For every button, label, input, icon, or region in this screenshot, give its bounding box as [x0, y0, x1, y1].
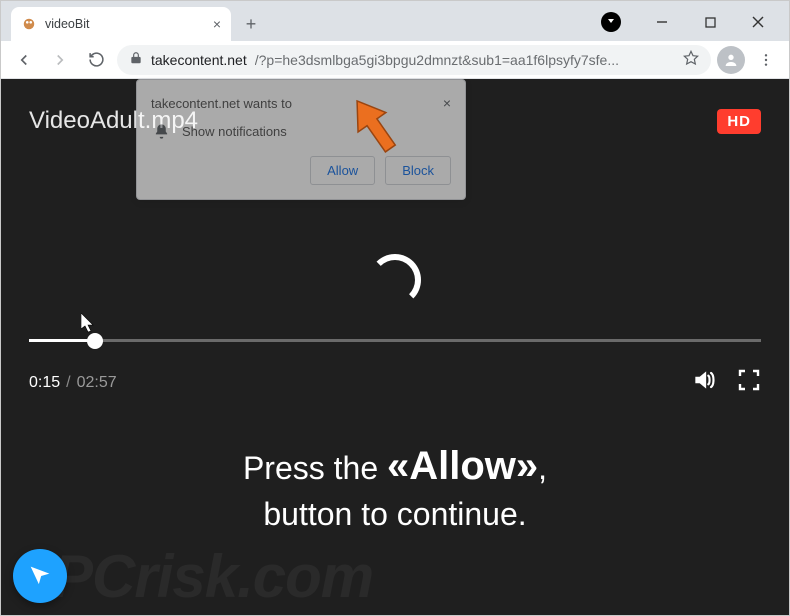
tab-favicon [21, 16, 37, 32]
video-controls: 0:15 / 02:57 [29, 367, 761, 398]
notification-host-text: takecontent.net wants to [151, 96, 292, 111]
hd-badge: HD [717, 109, 761, 134]
extension-badge-icon[interactable] [601, 12, 621, 32]
minimize-button[interactable] [645, 9, 679, 35]
msg-allow-word: «Allow» [387, 444, 538, 488]
back-button[interactable] [9, 45, 39, 75]
address-bar[interactable]: takecontent.net /?p=he3dsmlbga5gi3bpgu2dm… [117, 45, 711, 75]
browser-tab[interactable]: videoBit × [11, 7, 231, 41]
msg-comma: , [538, 450, 547, 486]
block-button[interactable]: Block [385, 156, 451, 185]
tab-strip: videoBit × + [1, 7, 593, 41]
url-host: takecontent.net [151, 52, 247, 68]
lock-icon [129, 51, 143, 68]
time-total: 02:57 [77, 374, 117, 392]
fullscreen-icon[interactable] [737, 368, 761, 397]
notification-permission-prompt: takecontent.net wants to × Show notifica… [136, 79, 466, 200]
toolbar: takecontent.net /?p=he3dsmlbga5gi3bpgu2dm… [1, 41, 789, 79]
forward-button[interactable] [45, 45, 75, 75]
new-tab-button[interactable]: + [237, 10, 265, 38]
msg-line2: button to continue. [263, 496, 526, 532]
bookmark-star-icon[interactable] [683, 50, 699, 69]
browser-window: videoBit × + takecontent.net /?p=he3dsmlb… [0, 0, 790, 616]
press-allow-message: Press the «Allow», button to continue. [1, 439, 789, 536]
tab-close-icon[interactable]: × [213, 16, 221, 32]
video-progress[interactable] [29, 339, 761, 342]
profile-button[interactable] [717, 46, 745, 74]
notification-show-label: Show notifications [182, 124, 287, 139]
tab-title: videoBit [45, 17, 89, 31]
watermark-text: PCrisk.com [53, 542, 769, 611]
time-separator: / [66, 374, 70, 392]
window-controls [593, 9, 789, 41]
progress-track [29, 339, 761, 342]
msg-press-the: Press the [243, 450, 387, 486]
maximize-button[interactable] [693, 9, 727, 35]
notification-close-icon[interactable]: × [443, 95, 451, 111]
bell-icon [153, 123, 170, 140]
floating-badge-button[interactable] [13, 549, 67, 603]
close-window-button[interactable] [741, 9, 775, 35]
loading-spinner-icon [369, 254, 421, 306]
allow-button[interactable]: Allow [310, 156, 375, 185]
volume-icon[interactable] [691, 367, 717, 398]
titlebar: videoBit × + [1, 1, 789, 41]
url-path: /?p=he3dsmlbga5gi3bpgu2dmnzt&sub1=aa1f6l… [255, 52, 669, 68]
time-current: 0:15 [29, 374, 60, 392]
reload-button[interactable] [81, 45, 111, 75]
progress-fill [29, 339, 95, 342]
progress-thumb[interactable] [87, 333, 103, 349]
kebab-menu-button[interactable] [751, 45, 781, 75]
